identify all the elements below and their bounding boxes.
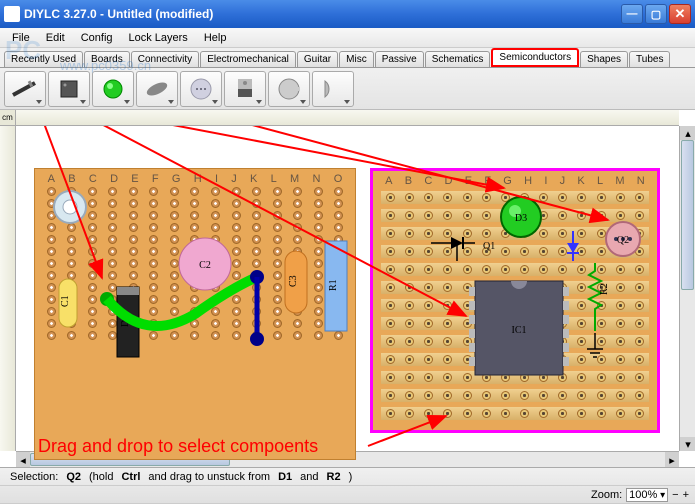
window-titlebar: DIYLC 3.27.0 - Untitled (modified) — ▢ ✕ bbox=[0, 0, 695, 28]
menu-help[interactable]: Help bbox=[196, 30, 235, 46]
design-canvas[interactable]: ABCDEFGHIJKLMNO C1 D2 C2 bbox=[16, 126, 679, 451]
transistor-half-tool[interactable] bbox=[312, 71, 354, 107]
transistor-half-icon bbox=[321, 77, 345, 101]
tab-shapes[interactable]: Shapes bbox=[580, 51, 628, 67]
tab-tubes[interactable]: Tubes bbox=[629, 51, 670, 67]
zoom-out-button[interactable]: − bbox=[672, 489, 678, 501]
tab-passive[interactable]: Passive bbox=[375, 51, 424, 67]
stripboard-right[interactable]: ABCDEFGHIJKLMN D3 Q1 bbox=[370, 168, 660, 433]
tab-schematics[interactable]: Schematics bbox=[425, 51, 491, 67]
transistor-to220-tool[interactable] bbox=[224, 71, 266, 107]
scroll-right-arrow[interactable]: ▸ bbox=[665, 452, 679, 467]
ruler-vertical bbox=[0, 126, 16, 451]
diode-icon bbox=[11, 79, 39, 99]
zoom-select[interactable]: 100% ▾ bbox=[626, 488, 668, 502]
zoom-label: Zoom: bbox=[591, 489, 622, 501]
selection-label: Selection: bbox=[6, 471, 62, 483]
tab-connectivity[interactable]: Connectivity bbox=[131, 51, 199, 67]
transistor-round-tool[interactable] bbox=[268, 71, 310, 107]
hint-close: ) bbox=[345, 471, 357, 483]
workspace: cm ◂ ▸ ▴ ▾ ABCDEFGHIJKLMNO C1 D2 bbox=[0, 110, 695, 467]
scroll-down-arrow[interactable]: ▾ bbox=[680, 437, 695, 451]
minimize-button[interactable]: — bbox=[621, 4, 643, 24]
to220-icon bbox=[235, 77, 255, 101]
ic-icon bbox=[57, 77, 81, 101]
tab-semiconductors[interactable]: Semiconductors bbox=[491, 48, 579, 67]
ruler-horizontal bbox=[16, 110, 679, 126]
zoom-in-button[interactable]: + bbox=[683, 489, 689, 501]
board2-col-labels: ABCDEFGHIJKLMN bbox=[379, 175, 651, 187]
board1-col-labels: ABCDEFGHIJKLMNO bbox=[41, 173, 349, 185]
hint-d1: D1 bbox=[274, 471, 296, 483]
menu-edit[interactable]: Edit bbox=[38, 30, 73, 46]
board1-holes bbox=[41, 187, 349, 453]
perfboard-left[interactable]: ABCDEFGHIJKLMNO C1 D2 C2 bbox=[34, 168, 356, 460]
tab-electromechanical[interactable]: Electromechanical bbox=[200, 51, 296, 67]
tab-recently-used[interactable]: Recently Used bbox=[4, 51, 83, 67]
to92-icon bbox=[189, 77, 213, 101]
close-button[interactable]: ✕ bbox=[669, 4, 691, 24]
led-tool[interactable] bbox=[92, 71, 134, 107]
board2-strips bbox=[377, 191, 653, 424]
selection-value: Q2 bbox=[62, 471, 85, 483]
ruler-unit: cm bbox=[0, 110, 16, 126]
scrollbar-vertical[interactable]: ▴ ▾ bbox=[679, 126, 695, 451]
hint-ctrl: Ctrl bbox=[117, 471, 144, 483]
menu-config[interactable]: Config bbox=[73, 30, 121, 46]
transistor-to92-tool[interactable] bbox=[180, 71, 222, 107]
component-toolbar bbox=[0, 68, 695, 110]
scroll-left-arrow[interactable]: ◂ bbox=[16, 452, 30, 467]
maximize-button[interactable]: ▢ bbox=[645, 4, 667, 24]
statusbar: Selection: Q2 (hold Ctrl and drag to uns… bbox=[0, 467, 695, 503]
resistor-tool[interactable] bbox=[136, 71, 178, 107]
hint-r2: R2 bbox=[323, 471, 345, 483]
scroll-v-thumb[interactable] bbox=[681, 140, 694, 290]
tab-misc[interactable]: Misc bbox=[339, 51, 374, 67]
ic-tool[interactable] bbox=[48, 71, 90, 107]
menu-lock-layers[interactable]: Lock Layers bbox=[121, 30, 196, 46]
app-icon bbox=[4, 6, 20, 22]
tab-boards[interactable]: Boards bbox=[84, 51, 130, 67]
menu-file[interactable]: File bbox=[4, 30, 38, 46]
annotation-text: Drag and drop to select compoents bbox=[38, 436, 318, 457]
window-title: DIYLC 3.27.0 - Untitled (modified) bbox=[24, 7, 621, 21]
scroll-up-arrow[interactable]: ▴ bbox=[680, 126, 695, 140]
diode-tool[interactable] bbox=[4, 71, 46, 107]
transistor-round-icon bbox=[277, 77, 301, 101]
resistor-icon bbox=[143, 79, 171, 99]
hint-and: and bbox=[296, 471, 322, 483]
tab-guitar[interactable]: Guitar bbox=[297, 51, 338, 67]
hint-mid: and drag to unstuck from bbox=[144, 471, 274, 483]
hint-open: (hold bbox=[85, 471, 117, 483]
menubar: File Edit Config Lock Layers Help bbox=[0, 28, 695, 48]
category-tabs: Recently Used Boards Connectivity Electr… bbox=[0, 48, 695, 68]
led-icon bbox=[101, 77, 125, 101]
